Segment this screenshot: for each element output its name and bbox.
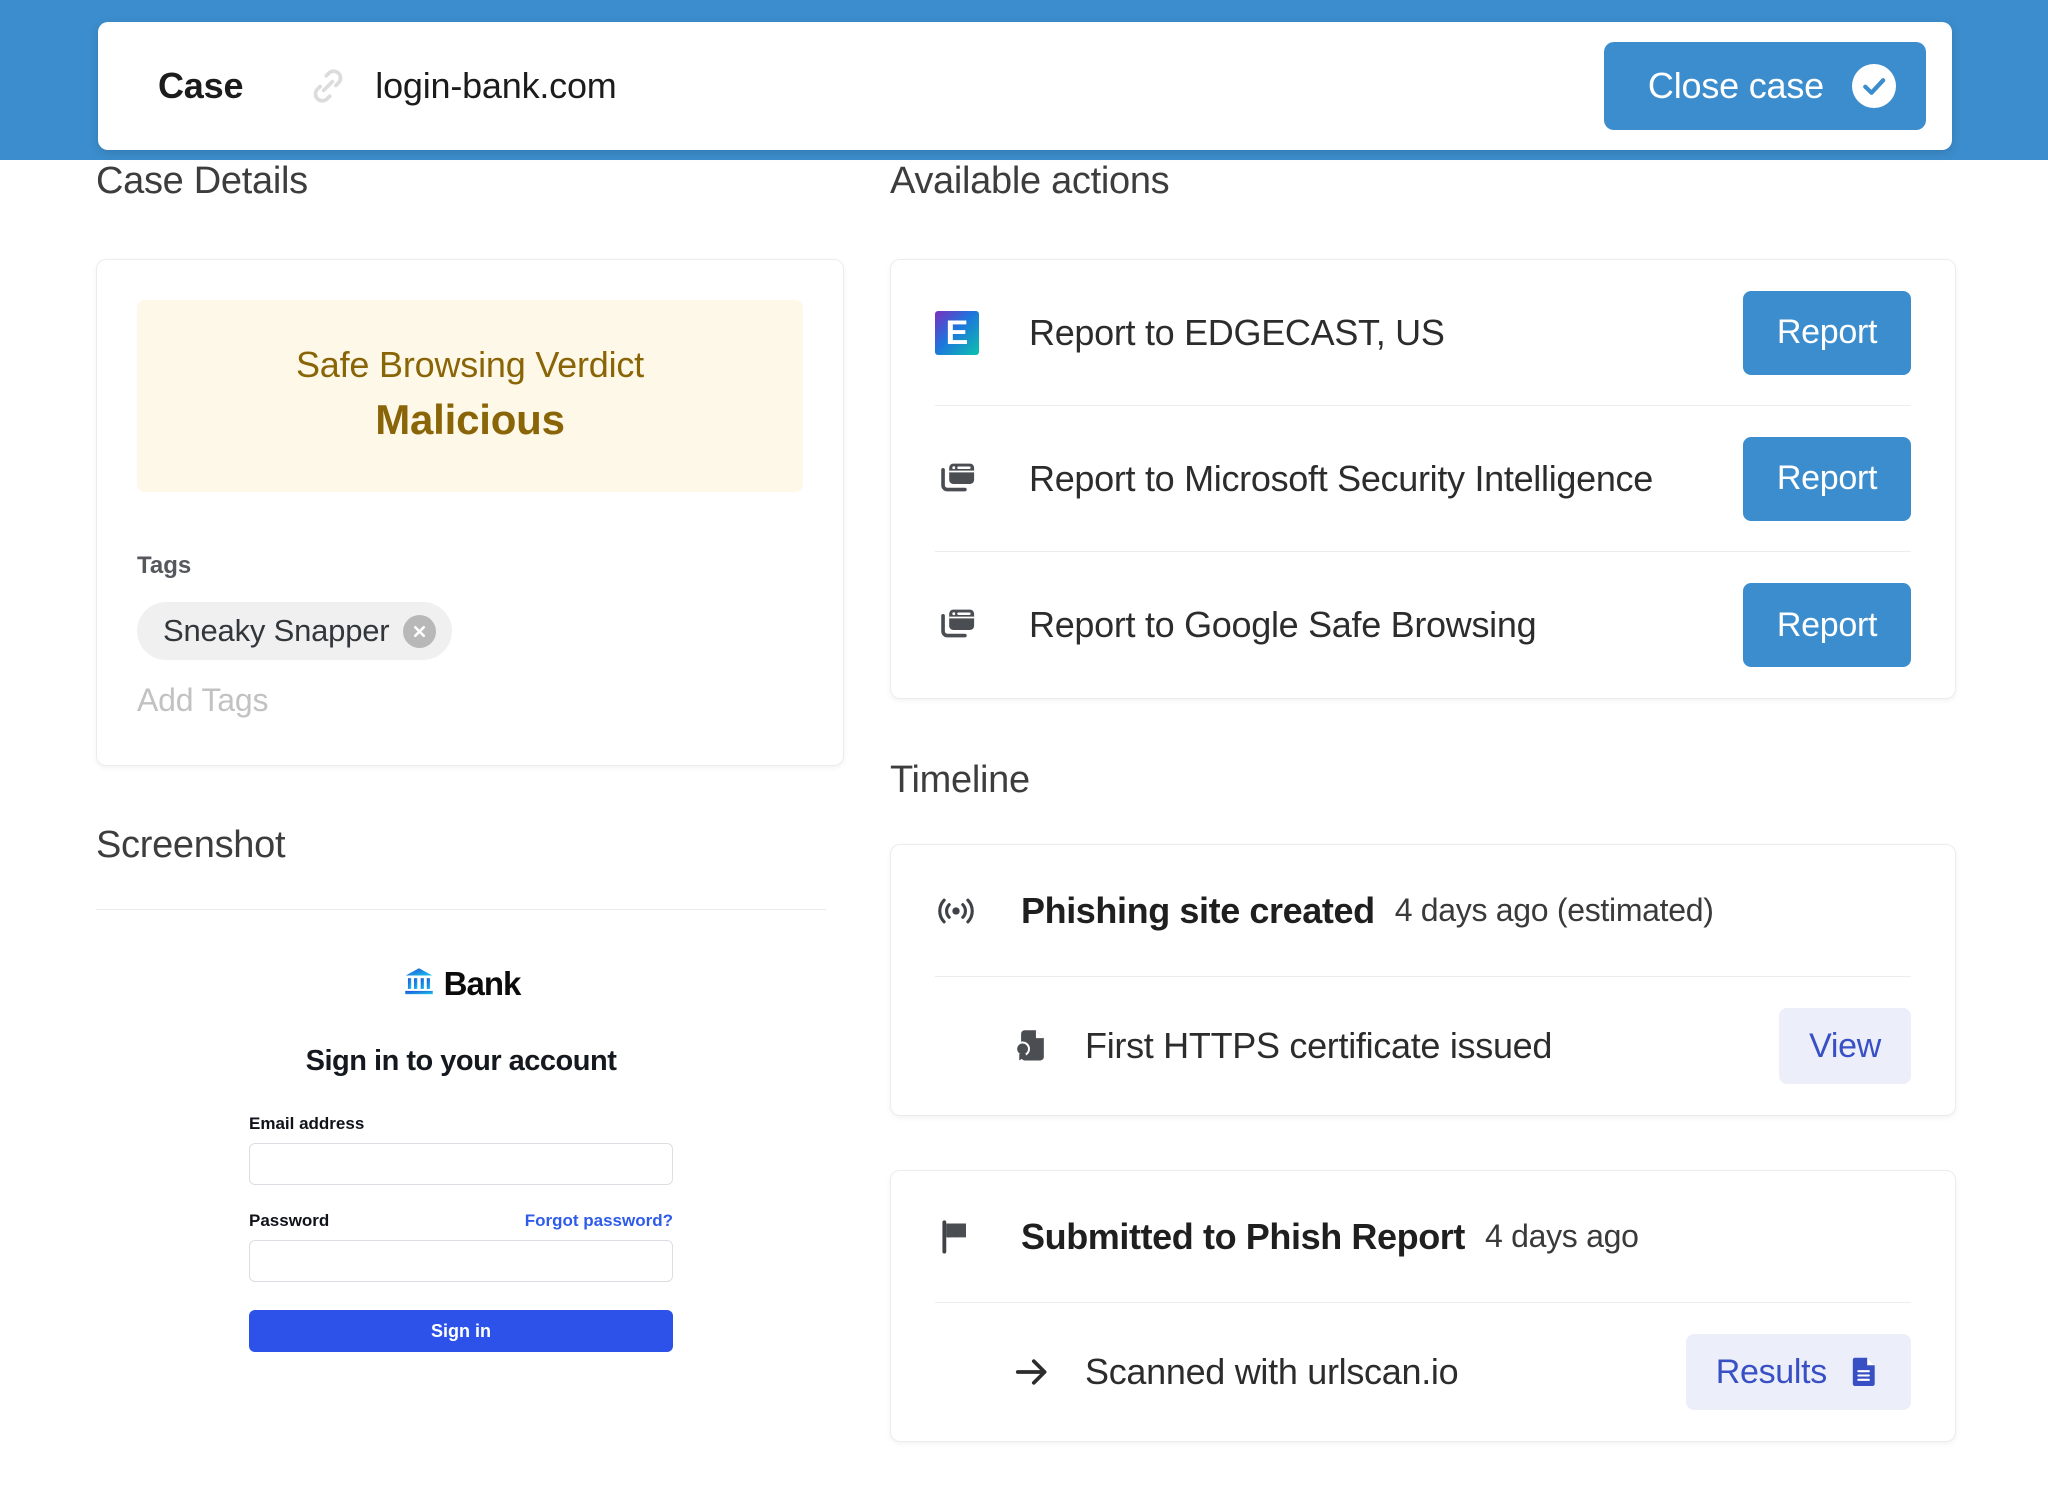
case-details-card: Safe Browsing Verdict Malicious Tags Sne… (96, 259, 844, 766)
tag-chip[interactable]: Sneaky Snapper (137, 602, 453, 660)
password-field[interactable] (249, 1240, 673, 1282)
email-field[interactable] (249, 1143, 673, 1185)
password-block: Password Forgot password? (249, 1211, 673, 1282)
report-button-google[interactable]: Report (1743, 583, 1911, 667)
password-label: Password (249, 1211, 330, 1230)
screenshot-preview: Bank Sign in to your account Email addre… (96, 909, 826, 1352)
page-body: Case Details Safe Browsing Verdict Malic… (0, 160, 2048, 1500)
bank-brand: Bank (96, 964, 826, 1003)
timeline-timestamp: 4 days ago (estimated) (1394, 892, 1714, 928)
close-case-label: Close case (1647, 65, 1824, 106)
bank-name: Bank (443, 964, 522, 1002)
available-actions-title: Available actions (890, 160, 1170, 202)
verdict-title: Safe Browsing Verdict (296, 344, 644, 385)
arrow-right-icon (1005, 1351, 1057, 1393)
available-actions-card: E Report to EDGECAST, US Report Report t… (890, 259, 1956, 699)
action-label: Report to Microsoft Security Intelligenc… (1029, 457, 1653, 499)
timeline-timestamp: 4 days ago (1485, 1218, 1639, 1254)
flag-icon (935, 1217, 993, 1257)
add-tags-input[interactable]: Add Tags (137, 682, 803, 719)
timeline-entry-card: Phishing site created 4 days ago (estima… (890, 844, 1956, 1116)
case-label: Case (158, 65, 244, 106)
edgecast-letter: E (945, 313, 969, 352)
screenshot-title: Screenshot (96, 824, 286, 866)
action-row: E Report to EDGECAST, US Report (935, 260, 1911, 406)
timeline-sub-row: First HTTPS certificate issued View (935, 977, 1911, 1115)
report-button-microsoft[interactable]: Report (1743, 436, 1911, 521)
bank-building-icon (402, 964, 436, 1003)
tag-label: Sneaky Snapper (163, 613, 390, 648)
timeline-sub-label: First HTTPS certificate issued (1085, 1025, 1553, 1066)
signin-form: Email address Password Forgot password? … (249, 1114, 673, 1352)
password-label-row: Password Forgot password? (249, 1211, 673, 1231)
browser-windows-icon (935, 602, 991, 648)
report-button-edgecast[interactable]: Report (1743, 290, 1911, 375)
timeline-sub-row: Scanned with urlscan.io Results (935, 1303, 1911, 1441)
timeline-main-row: Phishing site created 4 days ago (estima… (935, 845, 1911, 977)
timeline-title: Timeline (890, 759, 1030, 801)
forgot-password-link[interactable]: Forgot password? (525, 1211, 673, 1231)
timeline-title-text: Submitted to Phish Report (1021, 1215, 1465, 1257)
edgecast-logo-icon: E (935, 310, 991, 355)
action-row: Report to Microsoft Security Intelligenc… (935, 406, 1911, 552)
document-icon (1845, 1353, 1881, 1392)
signin-heading: Sign in to your account (305, 1045, 617, 1077)
action-label: Report to EDGECAST, US (1029, 311, 1445, 353)
results-label: Results (1715, 1352, 1828, 1391)
case-url[interactable]: login-bank.com (375, 65, 617, 107)
tags-label: Tags (137, 552, 192, 579)
left-column: Case Details Safe Browsing Verdict Malic… (96, 160, 844, 1352)
timeline-title-text: Phishing site created (1021, 889, 1375, 931)
email-label: Email address (249, 1114, 365, 1133)
close-case-button[interactable]: Close case (1603, 42, 1926, 130)
case-details-title: Case Details (96, 160, 308, 202)
certificate-icon (1005, 1024, 1057, 1068)
action-label: Report to Google Safe Browsing (1029, 604, 1537, 645)
view-label: View (1809, 1026, 1881, 1065)
verdict-value: Malicious (375, 396, 565, 443)
action-row: Report to Google Safe Browsing Report (935, 552, 1911, 698)
tag-list: Sneaky Snapper (137, 602, 803, 660)
broadcast-icon (935, 890, 993, 932)
results-button[interactable]: Results (1685, 1334, 1911, 1410)
right-column: Available actions E Report to EDGECAST, … (890, 160, 1956, 1442)
timeline-sub-label: Scanned with urlscan.io (1085, 1351, 1459, 1392)
browser-windows-icon (935, 456, 991, 502)
safe-browsing-verdict-box: Safe Browsing Verdict Malicious (137, 300, 803, 492)
timeline-main-row: Submitted to Phish Report 4 days ago (935, 1171, 1911, 1303)
case-header-card: Case login-bank.com Close case (98, 22, 1952, 150)
tag-remove-close-icon[interactable] (403, 614, 437, 648)
check-circle-icon (1852, 64, 1896, 108)
signin-button[interactable]: Sign in (249, 1310, 673, 1352)
timeline-entry-card: Submitted to Phish Report 4 days ago Sca… (890, 1170, 1956, 1442)
link-icon (307, 65, 349, 107)
view-button[interactable]: View (1779, 1008, 1911, 1084)
